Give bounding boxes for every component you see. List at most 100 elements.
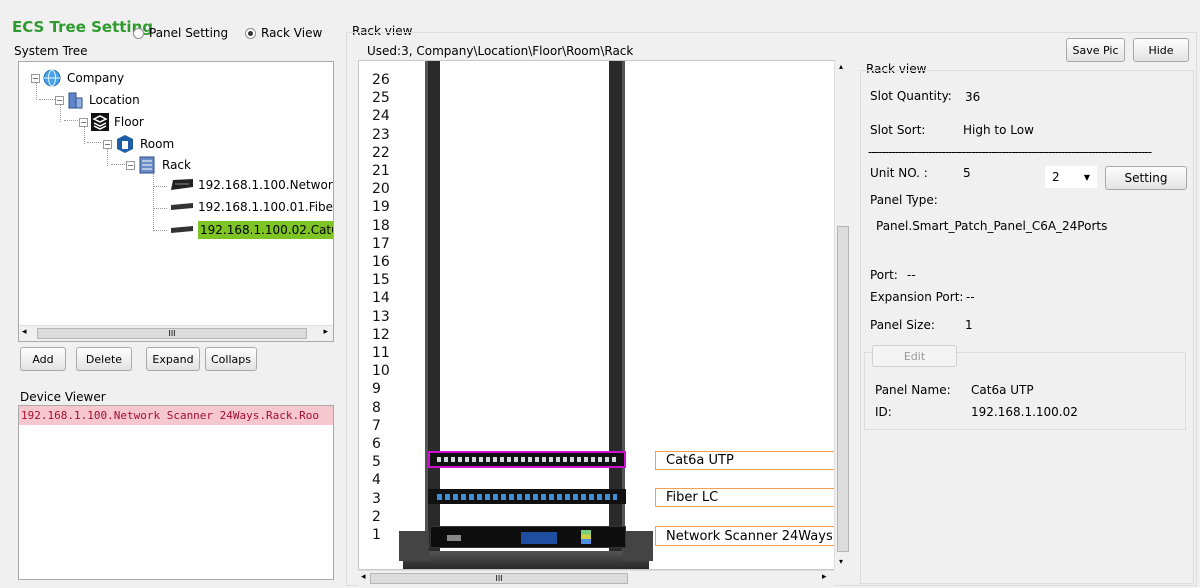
separator: ----------------------------------------… (868, 145, 1152, 159)
rack-h-scrollbar[interactable]: ◂ III ▸ (358, 570, 834, 586)
device-viewer-list: 192.168.1.100.Network Scanner 24Ways.Rac… (18, 405, 334, 580)
collapse-button[interactable]: Collaps (205, 347, 257, 371)
scroll-right-arrow[interactable]: ▸ (323, 327, 328, 337)
rack-unit-number: 14 (372, 290, 390, 306)
collapse-toggle[interactable]: − (103, 139, 112, 149)
rack-unit-number: 19 (372, 199, 390, 215)
room-icon (117, 135, 133, 153)
rack-unit-number: 2 (372, 509, 381, 525)
globe-icon (43, 69, 61, 87)
rack-unit-number: 6 (372, 436, 381, 452)
tree-node-device-network[interactable]: 192.168.1.100.Network (169, 178, 334, 192)
expand-button[interactable]: Expand (146, 347, 200, 371)
scanner-display (521, 532, 557, 544)
delete-button[interactable]: Delete (76, 347, 132, 371)
tree-label-device: 192.168.1.100.01.Fiber (198, 200, 334, 214)
radio-circle-selected (245, 27, 256, 39)
port-strip (437, 493, 617, 500)
tree-h-scroll-thumb[interactable]: III (37, 328, 307, 339)
panel-type-label: Panel Type: (870, 193, 938, 207)
collapse-toggle[interactable]: − (126, 160, 135, 170)
rack-base (403, 551, 649, 569)
tree-h-scrollbar[interactable]: ◂ III ▸ (19, 325, 333, 341)
label-fiber[interactable]: Fiber LC (655, 488, 835, 507)
rack-v-scrollbar[interactable]: ▴ ▾ (834, 60, 850, 570)
rack-unit-number: 16 (372, 254, 390, 270)
save-pic-button[interactable]: Save Pic (1066, 38, 1125, 62)
rack-unit-number: 3 (372, 491, 381, 507)
id-label: ID: (875, 405, 892, 419)
chevron-down-icon: ▼ (1083, 172, 1090, 182)
rack-h-scroll-thumb[interactable]: III (370, 573, 628, 584)
slot-quantity-value: 36 (965, 90, 981, 104)
rack-unit-number: 8 (372, 400, 381, 416)
collapse-toggle[interactable]: − (31, 73, 40, 83)
expansion-port-label: Expansion Port: (870, 290, 964, 304)
rack-unit-number: 9 (372, 381, 381, 397)
tree-label-rack: Rack (162, 158, 191, 172)
setting-button[interactable]: Setting (1105, 166, 1187, 190)
rack-unit-number: 4 (372, 472, 381, 488)
scroll-left-arrow[interactable]: ◂ (361, 572, 366, 582)
label-scanner[interactable]: Network Scanner 24Ways (655, 526, 835, 546)
rack-icon (139, 156, 155, 174)
rack-unit-number: 20 (372, 181, 390, 197)
label-cat6a[interactable]: Cat6a UTP (655, 451, 835, 470)
scroll-right-arrow[interactable]: ▸ (822, 572, 827, 582)
tree-label-company: Company (67, 71, 125, 85)
tree-node-company[interactable]: − Company (31, 69, 124, 87)
collapse-toggle[interactable]: − (79, 117, 88, 127)
unit-no-label: Unit NO. : (870, 166, 928, 180)
tree-node-rack[interactable]: − Rack (126, 156, 191, 174)
id-value: 192.168.1.100.02 (971, 405, 1078, 419)
tree-node-device-fiber[interactable]: 192.168.1.100.01.Fiber (169, 200, 334, 214)
rack-unit-number: 11 (372, 345, 390, 361)
rack-path-label: Used:3, Company\Location\Floor\Room\Rack (367, 44, 634, 58)
scroll-down-arrow[interactable]: ▾ (839, 557, 843, 566)
tree-node-room[interactable]: − Room (103, 134, 174, 154)
rack-unit-number: 13 (372, 309, 390, 325)
collapse-toggle[interactable]: − (55, 95, 64, 105)
tree-node-device-cat6a[interactable]: 192.168.1.100.02.Cat6a (169, 221, 334, 239)
rack-v-scroll-thumb[interactable] (837, 226, 849, 552)
system-tree-panel: − Company − Location − Floor − Room − Ra… (18, 61, 334, 342)
panel-size-label: Panel Size: (870, 318, 935, 332)
app-title: ECS Tree Setting (12, 18, 153, 36)
device-icon (171, 179, 193, 190)
slot-quantity-label: Slot Quantity: (870, 89, 952, 103)
rack-unit-number: 5 (372, 454, 381, 470)
tree-label-device-selected: 192.168.1.100.02.Cat6a (198, 221, 334, 239)
panel-type-value: Panel.Smart_Patch_Panel_C6A_24Ports (876, 219, 1108, 233)
rack-device-fiber[interactable] (428, 489, 626, 504)
device-viewer-item[interactable]: 192.168.1.100.Network Scanner 24Ways.Rac… (19, 406, 333, 425)
tree-node-location[interactable]: − Location (55, 91, 140, 109)
slot-sort-label: Slot Sort: (870, 123, 926, 137)
panel-setting-radio[interactable]: Panel Setting (133, 26, 228, 40)
tree-node-floor[interactable]: − Floor (79, 113, 144, 131)
scroll-left-arrow[interactable]: ◂ (22, 327, 27, 337)
rack-unit-number: 21 (372, 163, 390, 179)
rack-device-cat6a[interactable] (428, 451, 626, 468)
add-button[interactable]: Add (20, 347, 66, 371)
unit-select-value: 2 (1052, 170, 1060, 184)
port-label: Port: (870, 268, 898, 282)
scanner-ports (447, 535, 461, 541)
rack-foot-right (623, 531, 653, 561)
tree-label-floor: Floor (114, 115, 144, 129)
scroll-up-arrow[interactable]: ▴ (839, 62, 843, 71)
rack-view-label: Rack View (261, 26, 323, 40)
radio-circle (133, 27, 144, 39)
port-value: -- (907, 268, 916, 282)
device-icon (171, 226, 193, 233)
edit-button[interactable]: Edit (872, 345, 957, 367)
hide-button[interactable]: Hide (1133, 38, 1189, 62)
rack-view-radio[interactable]: Rack View (245, 26, 322, 40)
slot-sort-value: High to Low (963, 123, 1034, 137)
rack-right-post (609, 61, 625, 561)
rack-unit-number: 15 (372, 272, 390, 288)
panel-setting-label: Panel Setting (149, 26, 229, 40)
rack-device-scanner[interactable] (430, 526, 626, 548)
unit-select[interactable]: 2 ▼ (1045, 166, 1097, 188)
tree-label-location: Location (89, 93, 140, 107)
tree-label-device: 192.168.1.100.Network (198, 178, 334, 192)
